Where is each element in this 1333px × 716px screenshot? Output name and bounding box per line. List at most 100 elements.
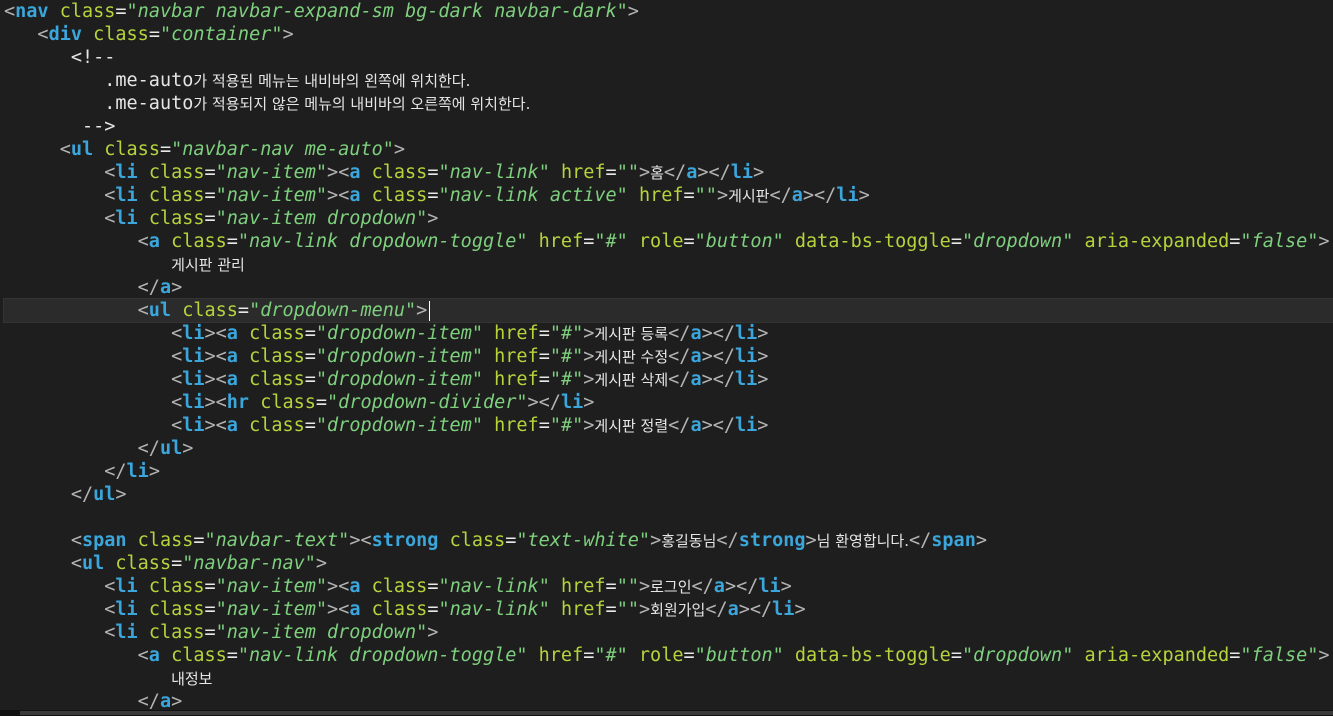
attribute-name: class bbox=[249, 323, 305, 344]
equals-sign: = bbox=[505, 530, 517, 551]
punctuation: </ bbox=[712, 369, 736, 390]
punctuation: < bbox=[215, 415, 227, 436]
punctuation: > bbox=[753, 162, 765, 183]
horizontal-scrollbar[interactable] bbox=[0, 710, 1333, 716]
attribute-name: aria-expanded bbox=[1084, 645, 1230, 666]
tag-name: a bbox=[791, 185, 803, 206]
tag-name: li bbox=[115, 208, 138, 229]
punctuation: </ bbox=[716, 530, 739, 551]
horizontal-scrollbar-thumb[interactable] bbox=[20, 711, 1333, 715]
punctuation: > bbox=[583, 346, 595, 367]
punctuation: </ bbox=[814, 185, 837, 206]
punctuation: < bbox=[215, 323, 227, 344]
code-line[interactable]: <li class="nav-item"><a class="nav-link … bbox=[4, 184, 1333, 207]
code-line[interactable]: <a class="nav-link dropdown-toggle" href… bbox=[4, 230, 1333, 253]
punctuation: </ bbox=[137, 691, 160, 712]
code-line[interactable]: <a class="nav-link dropdown-toggle" href… bbox=[4, 644, 1333, 667]
code-line[interactable]: --> bbox=[4, 115, 1333, 138]
code-line[interactable]: .me-auto가 적용된 메뉴는 내비바의 왼쪽에 위치한다. bbox=[4, 69, 1333, 92]
text-content: 님 환영합니다. bbox=[816, 532, 909, 550]
punctuation: > bbox=[204, 346, 216, 367]
tag-name: a bbox=[690, 346, 702, 367]
punctuation: > bbox=[697, 162, 709, 183]
equals-sign: = bbox=[315, 392, 328, 413]
punctuation: > bbox=[583, 392, 595, 413]
code-line[interactable]: <li class="nav-item"><a class="nav-link"… bbox=[4, 575, 1333, 598]
code-line[interactable]: .me-auto가 적용되지 않은 메뉴의 내비바의 오른쪽에 위치한다. bbox=[4, 92, 1333, 115]
punctuation: < bbox=[171, 346, 183, 367]
code-line[interactable]: </ul> bbox=[4, 483, 1333, 506]
code-line[interactable]: <ul class="navbar-nav"> bbox=[4, 552, 1333, 575]
punctuation: < bbox=[338, 162, 350, 183]
punctuation: < bbox=[360, 530, 372, 551]
attribute-value: "dropdown" bbox=[961, 645, 1074, 666]
punctuation: </ bbox=[663, 162, 687, 183]
attribute-name: role bbox=[638, 231, 684, 252]
code-line[interactable]: 내정보 bbox=[4, 667, 1333, 690]
punctuation: < bbox=[104, 576, 116, 597]
code-line[interactable]: <span class="navbar-text"><strong class=… bbox=[4, 529, 1333, 552]
attribute-value: "" bbox=[616, 599, 639, 620]
punctuation: > bbox=[427, 208, 439, 229]
punctuation: </ bbox=[769, 185, 792, 206]
code-line[interactable]: <li><a class="dropdown-item" href="#">게시… bbox=[4, 368, 1333, 391]
code-line[interactable]: <li class="nav-item dropdown"> bbox=[4, 207, 1333, 230]
attribute-name: data-bs-toggle bbox=[794, 645, 951, 666]
tag-name: li bbox=[182, 346, 205, 367]
code-line[interactable]: <li class="nav-item"><a class="nav-link"… bbox=[4, 598, 1333, 621]
attribute-name: class bbox=[148, 185, 205, 206]
code-line[interactable]: </li> bbox=[4, 460, 1333, 483]
code-line[interactable]: <li class="nav-item dropdown"> bbox=[4, 621, 1333, 644]
tag-name: a bbox=[349, 185, 361, 206]
attribute-name: role bbox=[638, 645, 684, 666]
code-line[interactable]: <div class="container"> bbox=[4, 23, 1333, 46]
code-line[interactable]: <ul class="navbar-nav me-auto"> bbox=[4, 138, 1333, 161]
equals-sign: = bbox=[204, 185, 216, 206]
attribute-value: "dropdown-item" bbox=[315, 369, 483, 390]
code-line[interactable]: 게시판 관리 bbox=[4, 253, 1333, 276]
equals-sign: = bbox=[538, 346, 550, 367]
code-line[interactable]: <li class="nav-item"><a class="nav-link"… bbox=[4, 161, 1333, 184]
code-editor[interactable]: <nav class="navbar navbar-expand-sm bg-d… bbox=[0, 0, 1333, 716]
comment-text: 가 적용된 메뉴는 내비바의 왼쪽에 위치한다. bbox=[193, 72, 471, 90]
code-line[interactable]: <li><a class="dropdown-item" href="#">게시… bbox=[4, 322, 1333, 345]
attribute-value: "dropdown-item" bbox=[315, 323, 483, 344]
equals-sign: = bbox=[950, 231, 962, 252]
code-line[interactable]: </a> bbox=[4, 276, 1333, 299]
code-line[interactable]: <li><a class="dropdown-item" href="#">게시… bbox=[4, 345, 1333, 368]
tag-name: a bbox=[148, 231, 160, 252]
attribute-name: aria-expanded bbox=[1084, 231, 1230, 252]
text-content: 게시판 수정 bbox=[594, 348, 669, 366]
comment-delimiter: --> bbox=[81, 116, 116, 137]
code-line[interactable]: </ul> bbox=[4, 437, 1333, 460]
punctuation: </ bbox=[909, 530, 932, 551]
equals-sign: = bbox=[427, 599, 439, 620]
code-line[interactable]: <li><hr class="dropdown-divider"></li> bbox=[4, 391, 1333, 414]
attribute-name: class bbox=[148, 162, 205, 183]
code-line-current[interactable]: <ul class="dropdown-menu"> bbox=[3, 298, 1333, 323]
attribute-value: "#" bbox=[549, 346, 584, 367]
code-line[interactable] bbox=[4, 506, 1333, 529]
attribute-value: "nav-link" bbox=[438, 576, 550, 597]
attribute-value: "nav-item" bbox=[215, 599, 328, 620]
tag-name: a bbox=[148, 645, 160, 666]
tag-name: a bbox=[226, 369, 238, 390]
attribute-value: "container" bbox=[159, 24, 283, 45]
code-line[interactable]: <!-- bbox=[4, 46, 1333, 69]
attribute-name: class bbox=[249, 346, 305, 367]
code-line[interactable]: <nav class="navbar navbar-expand-sm bg-d… bbox=[4, 0, 1333, 23]
punctuation: > bbox=[583, 369, 595, 390]
equals-sign: = bbox=[226, 645, 238, 666]
code-line[interactable]: <li><a class="dropdown-item" href="#">게시… bbox=[4, 414, 1333, 437]
punctuation: > bbox=[975, 530, 987, 551]
comment-text: 가 적용되지 않은 메뉴의 내비바의 오른쪽에 위치한다. bbox=[193, 95, 531, 113]
tag-name: a bbox=[159, 277, 172, 298]
code-area[interactable]: <nav class="navbar navbar-expand-sm bg-d… bbox=[3, 0, 1333, 713]
